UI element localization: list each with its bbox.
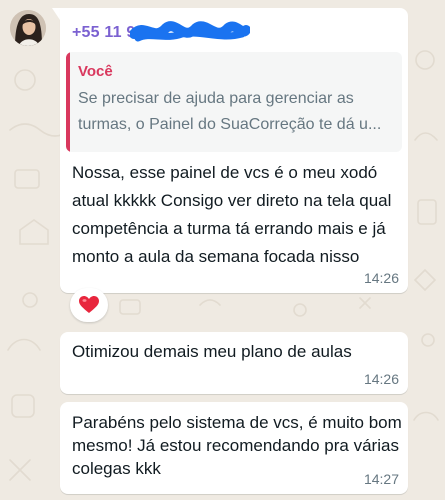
message-text: Otimizou demais meu plano de aulas bbox=[72, 342, 352, 361]
bubble-tail bbox=[52, 8, 60, 20]
message-text: Parabéns pelo sistema de vcs, é muito bo… bbox=[72, 413, 402, 478]
reaction-badge[interactable] bbox=[70, 288, 108, 322]
message-bubble-1[interactable]: +55 11 9 Você Se precisar de ajuda para … bbox=[60, 8, 408, 293]
sender-header: +55 11 9 bbox=[72, 21, 250, 50]
avatar-photo bbox=[10, 10, 46, 46]
message-time: 14:26 bbox=[363, 270, 399, 286]
message-bubble-3[interactable]: Parabéns pelo sistema de vcs, é muito bo… bbox=[60, 402, 408, 494]
sender-phone[interactable]: +55 11 9 bbox=[72, 24, 135, 41]
message-time: 14:26 bbox=[363, 371, 399, 387]
quote-text: Se precisar de ajuda para gerenciar as t… bbox=[78, 90, 382, 133]
heart-icon bbox=[79, 296, 99, 313]
quote-accent-bar bbox=[66, 52, 70, 152]
quoted-message[interactable]: Você Se precisar de ajuda para gerenciar… bbox=[66, 52, 402, 152]
sender-avatar[interactable] bbox=[10, 10, 46, 46]
message-text: Nossa, esse painel de vcs é o meu xodó a… bbox=[72, 163, 392, 266]
quote-author: Você bbox=[78, 63, 113, 80]
message-time: 14:27 bbox=[363, 471, 399, 487]
redaction-scribble bbox=[130, 21, 250, 42]
message-bubble-2[interactable]: Otimizou demais meu plano de aulas 14:26 bbox=[60, 332, 408, 394]
